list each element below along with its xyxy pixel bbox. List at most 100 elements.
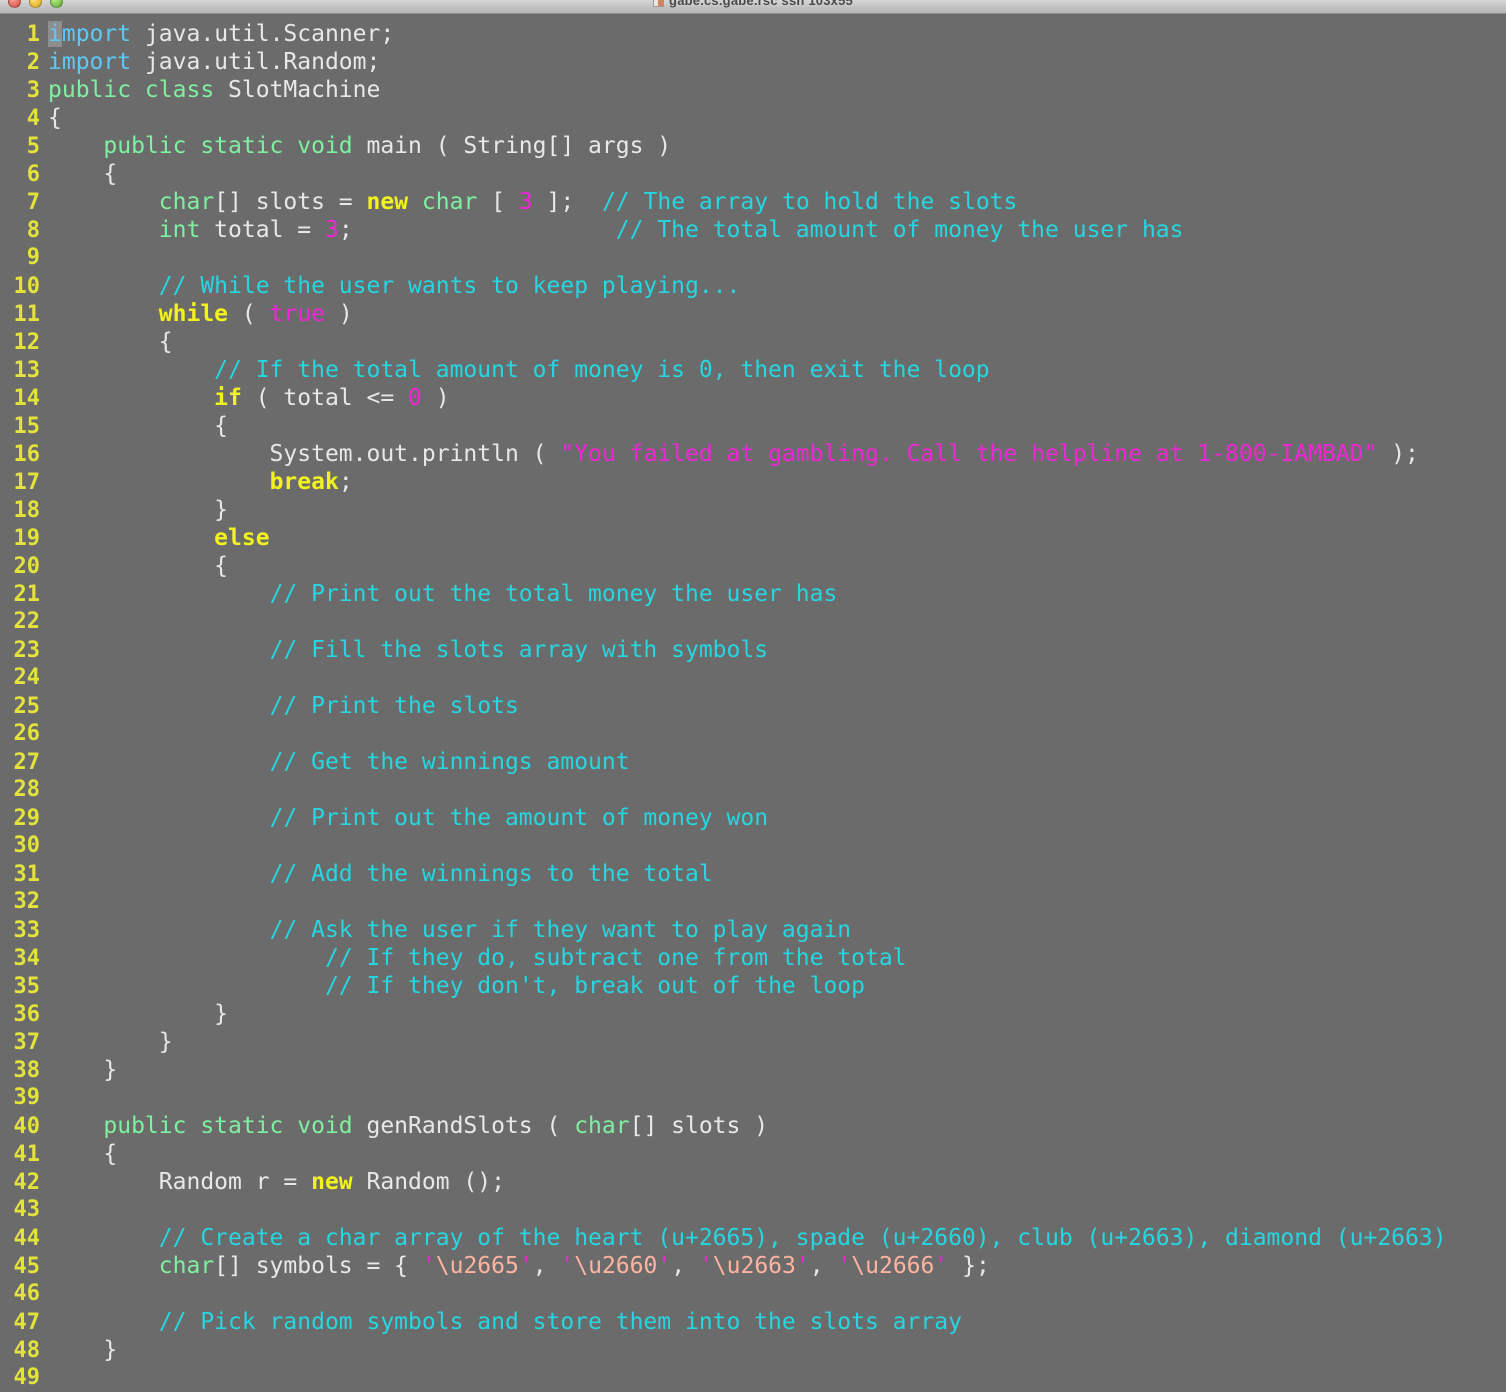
code-line-text: char[] slots = new char [ 3 ]; // The ar… bbox=[48, 188, 1506, 216]
code-line[interactable]: 49 bbox=[0, 1364, 1506, 1391]
code-line[interactable]: 31 // Add the winnings to the total bbox=[0, 860, 1506, 888]
code-token bbox=[48, 525, 214, 551]
code-editor[interactable]: 1import java.util.Scanner;2import java.u… bbox=[0, 14, 1506, 1391]
code-line[interactable]: 45 char[] symbols = { '\u2665', '\u2660'… bbox=[0, 1252, 1506, 1280]
code-token: { bbox=[48, 105, 62, 131]
code-line[interactable]: 24 bbox=[0, 664, 1506, 692]
code-line[interactable]: 14 if ( total <= 0 ) bbox=[0, 384, 1506, 412]
code-line[interactable]: 2import java.util.Random; bbox=[0, 48, 1506, 76]
code-token: char bbox=[422, 189, 477, 215]
code-token: ' bbox=[837, 1253, 851, 1279]
code-token: } bbox=[48, 1057, 117, 1083]
code-line[interactable]: 39 bbox=[0, 1084, 1506, 1112]
line-number: 38 bbox=[0, 1057, 48, 1085]
code-line[interactable]: 23 // Fill the slots array with symbols bbox=[0, 636, 1506, 664]
code-line[interactable]: 21 // Print out the total money the user… bbox=[0, 580, 1506, 608]
code-line[interactable]: 34 // If they do, subtract one from the … bbox=[0, 944, 1506, 972]
code-line[interactable]: 6 { bbox=[0, 160, 1506, 188]
code-line[interactable]: 48 } bbox=[0, 1336, 1506, 1364]
line-number: 1 bbox=[0, 21, 48, 49]
code-token: // Print out the total money the user ha… bbox=[270, 581, 838, 607]
code-line[interactable]: 9 bbox=[0, 244, 1506, 272]
code-line[interactable]: 47 // Pick random symbols and store them… bbox=[0, 1308, 1506, 1336]
line-number: 14 bbox=[0, 385, 48, 413]
code-line[interactable]: 46 bbox=[0, 1280, 1506, 1308]
code-token: [] symbols = { bbox=[214, 1253, 422, 1279]
code-token: while bbox=[159, 301, 228, 327]
code-line[interactable]: 7 char[] slots = new char [ 3 ]; // The … bbox=[0, 188, 1506, 216]
code-line-text: { bbox=[48, 552, 1506, 580]
line-number: 15 bbox=[0, 413, 48, 441]
code-line[interactable]: 28 bbox=[0, 776, 1506, 804]
code-token: // Fill the slots array with symbols bbox=[270, 637, 769, 663]
code-line[interactable]: 26 bbox=[0, 720, 1506, 748]
code-line[interactable]: 27 // Get the winnings amount bbox=[0, 748, 1506, 776]
code-line[interactable]: 10 // While the user wants to keep playi… bbox=[0, 272, 1506, 300]
line-number: 37 bbox=[0, 1029, 48, 1057]
code-token: "You failed at gambling. Call the helpli… bbox=[560, 441, 1377, 467]
code-token: } bbox=[48, 497, 228, 523]
code-line[interactable]: 22 bbox=[0, 608, 1506, 636]
window-title-label: gabe.cs.gabe.rsc ssh 103x55 bbox=[669, 0, 853, 8]
code-line[interactable]: 30 bbox=[0, 832, 1506, 860]
code-line[interactable]: 8 int total = 3; // The total amount of … bbox=[0, 216, 1506, 244]
code-token bbox=[48, 133, 103, 159]
code-token bbox=[48, 189, 159, 215]
code-token: ; bbox=[339, 217, 616, 243]
code-token: java.util.Scanner; bbox=[131, 21, 394, 47]
line-number: 47 bbox=[0, 1309, 48, 1337]
code-line[interactable]: 25 // Print the slots bbox=[0, 692, 1506, 720]
line-number: 46 bbox=[0, 1280, 48, 1308]
code-token: 3 bbox=[519, 189, 533, 215]
code-token: , bbox=[533, 1253, 561, 1279]
code-line[interactable]: 36 } bbox=[0, 1000, 1506, 1028]
code-line[interactable]: 43 bbox=[0, 1196, 1506, 1224]
code-line-text: { bbox=[48, 104, 1506, 132]
code-token bbox=[48, 273, 159, 299]
code-token: { bbox=[48, 413, 228, 439]
code-line[interactable]: 32 bbox=[0, 888, 1506, 916]
code-token bbox=[48, 581, 270, 607]
line-number: 13 bbox=[0, 357, 48, 385]
code-line[interactable]: 35 // If they don't, break out of the lo… bbox=[0, 972, 1506, 1000]
code-line[interactable]: 44 // Create a char array of the heart (… bbox=[0, 1224, 1506, 1252]
code-line-text: public static void main ( String[] args … bbox=[48, 132, 1506, 160]
code-token bbox=[48, 1113, 103, 1139]
line-number: 9 bbox=[0, 244, 48, 272]
code-line[interactable]: 1import java.util.Scanner; bbox=[0, 20, 1506, 48]
code-line[interactable]: 17 break; bbox=[0, 468, 1506, 496]
code-token: // Print the slots bbox=[270, 693, 519, 719]
code-line[interactable]: 33 // Ask the user if they want to play … bbox=[0, 916, 1506, 944]
code-token bbox=[48, 357, 214, 383]
code-line[interactable]: 18 } bbox=[0, 496, 1506, 524]
line-number: 42 bbox=[0, 1169, 48, 1197]
code-token bbox=[48, 749, 270, 775]
code-token: ; bbox=[339, 469, 353, 495]
code-line[interactable]: 38 } bbox=[0, 1056, 1506, 1084]
code-line-text: // While the user wants to keep playing.… bbox=[48, 272, 1506, 300]
code-line[interactable]: 42 Random r = new Random (); bbox=[0, 1168, 1506, 1196]
code-line-text: int total = 3; // The total amount of mo… bbox=[48, 216, 1506, 244]
code-line-text: { bbox=[48, 160, 1506, 188]
code-line[interactable]: 13 // If the total amount of money is 0,… bbox=[0, 356, 1506, 384]
code-line[interactable]: 15 { bbox=[0, 412, 1506, 440]
code-line[interactable]: 29 // Print out the amount of money won bbox=[0, 804, 1506, 832]
line-number: 31 bbox=[0, 861, 48, 889]
code-line[interactable]: 12 { bbox=[0, 328, 1506, 356]
code-line[interactable]: 4{ bbox=[0, 104, 1506, 132]
line-number: 33 bbox=[0, 917, 48, 945]
code-line[interactable]: 37 } bbox=[0, 1028, 1506, 1056]
code-token: ' bbox=[699, 1253, 713, 1279]
code-line-list: 1import java.util.Scanner;2import java.u… bbox=[0, 20, 1506, 1391]
line-number: 18 bbox=[0, 497, 48, 525]
code-line[interactable]: 19 else bbox=[0, 524, 1506, 552]
code-line[interactable]: 20 { bbox=[0, 552, 1506, 580]
code-line[interactable]: 11 while ( true ) bbox=[0, 300, 1506, 328]
code-line[interactable]: 40 public static void genRandSlots ( cha… bbox=[0, 1112, 1506, 1140]
line-number: 24 bbox=[0, 664, 48, 692]
code-line[interactable]: 3public class SlotMachine bbox=[0, 76, 1506, 104]
code-line-text: } bbox=[48, 496, 1506, 524]
code-line[interactable]: 41 { bbox=[0, 1140, 1506, 1168]
code-line[interactable]: 16 System.out.println ( "You failed at g… bbox=[0, 440, 1506, 468]
code-line[interactable]: 5 public static void main ( String[] arg… bbox=[0, 132, 1506, 160]
